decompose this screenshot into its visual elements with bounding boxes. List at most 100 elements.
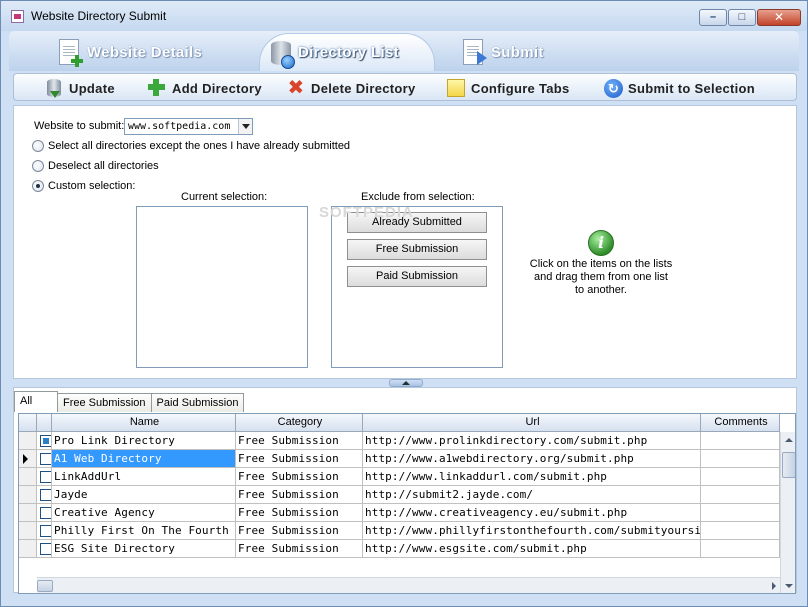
horizontal-scroll-thumb[interactable] <box>37 580 53 592</box>
row-checkbox[interactable] <box>40 489 51 501</box>
document-add-icon <box>57 37 83 67</box>
cell-comments[interactable] <box>701 432 780 450</box>
horizontal-scrollbar[interactable] <box>37 577 780 593</box>
tab-submit[interactable]: Submit <box>461 33 571 71</box>
cell-url[interactable]: http://www.a1webdirectory.org/submit.php <box>363 450 701 468</box>
checkbox-column-header[interactable] <box>37 414 52 432</box>
configure-tabs-button[interactable]: Configure Tabs <box>446 77 570 99</box>
vertical-scrollbar[interactable] <box>780 432 795 593</box>
delete-icon: ✖ <box>287 77 305 99</box>
update-button[interactable]: Update <box>44 77 115 99</box>
radio-select-all[interactable]: Select all directories except the ones I… <box>32 140 350 152</box>
radio-deselect-all[interactable]: Deselect all directories <box>32 160 159 172</box>
configure-tabs-button-label: Configure Tabs <box>471 80 570 96</box>
radio-custom[interactable]: Custom selection: <box>32 180 135 192</box>
row-checkbox[interactable] <box>40 525 51 537</box>
cell-url[interactable]: http://submit2.jayde.com/ <box>363 486 701 504</box>
scroll-up-icon[interactable] <box>785 438 793 442</box>
delete-directory-button[interactable]: ✖ Delete Directory <box>286 77 416 99</box>
cell-comments[interactable] <box>701 504 780 522</box>
cell-url[interactable]: http://www.phillyfirstonthefourth.com/su… <box>363 522 701 540</box>
panel-splitter-handle[interactable] <box>389 379 423 387</box>
table-row[interactable]: Creative Agency Free Submission http://w… <box>19 504 795 522</box>
table-row[interactable]: Jayde Free Submission http://submit2.jay… <box>19 486 795 504</box>
cell-name[interactable]: LinkAddUrl <box>52 468 236 486</box>
cell-comments[interactable] <box>701 468 780 486</box>
cell-name[interactable]: Creative Agency <box>52 504 236 522</box>
scroll-down-icon[interactable] <box>785 584 793 588</box>
row-checkbox[interactable] <box>40 435 51 447</box>
exclude-item-free-submission[interactable]: Free Submission <box>347 239 487 260</box>
add-directory-button[interactable]: Add Directory <box>147 77 262 99</box>
row-checkbox[interactable] <box>40 453 51 465</box>
selection-panel: Website to submit: www.softpedia.com Sel… <box>13 105 797 379</box>
cell-category[interactable]: Free Submission <box>236 450 363 468</box>
submit-to-selection-button[interactable]: ↻ Submit to Selection <box>603 77 755 99</box>
row-header[interactable] <box>19 522 37 540</box>
cell-url[interactable]: http://www.esgsite.com/submit.php <box>363 540 701 558</box>
radio-deselect-all-button[interactable] <box>32 160 44 172</box>
cell-name[interactable]: Jayde <box>52 486 236 504</box>
tab-directory-list-label: Directory List <box>298 44 399 61</box>
cell-name[interactable]: A1 Web Directory <box>52 450 236 468</box>
scroll-right-icon[interactable] <box>772 582 776 590</box>
column-header-url[interactable]: Url <box>363 414 701 432</box>
cell-category[interactable]: Free Submission <box>236 504 363 522</box>
submit-to-selection-button-label: Submit to Selection <box>628 80 756 96</box>
row-header[interactable] <box>19 504 37 522</box>
row-checkbox[interactable] <box>40 471 51 483</box>
table-row[interactable]: Pro Link Directory Free Submission http:… <box>19 432 795 450</box>
cell-name[interactable]: Pro Link Directory <box>52 432 236 450</box>
tab-all[interactable]: All <box>14 391 58 412</box>
current-selection-list[interactable] <box>136 206 308 368</box>
row-checkbox[interactable] <box>40 507 51 519</box>
table-row[interactable]: LinkAddUrl Free Submission http://www.li… <box>19 468 795 486</box>
close-button[interactable]: ✕ <box>757 9 801 26</box>
column-header-category[interactable]: Category <box>236 414 363 432</box>
column-header-comments[interactable]: Comments <box>701 414 780 432</box>
cell-comments[interactable] <box>701 522 780 540</box>
minimize-button[interactable]: – <box>699 9 727 26</box>
radio-deselect-all-label: Deselect all directories <box>48 160 159 172</box>
table-row[interactable]: Philly First On The Fourth Free Submissi… <box>19 522 795 540</box>
tab-website-details-label: Website Details <box>87 43 203 61</box>
radio-custom-label: Custom selection: <box>48 180 136 192</box>
table-row[interactable]: ESG Site Directory Free Submission http:… <box>19 540 795 558</box>
radio-select-all-button[interactable] <box>32 140 44 152</box>
cell-comments[interactable] <box>701 486 780 504</box>
cell-category[interactable]: Free Submission <box>236 486 363 504</box>
close-icon: ✕ <box>773 10 785 24</box>
info-text: Click on the items on the lists and drag… <box>529 258 673 296</box>
row-header[interactable] <box>19 432 37 450</box>
cell-name[interactable]: ESG Site Directory <box>52 540 236 558</box>
table-row[interactable]: A1 Web Directory Free Submission http://… <box>19 450 795 468</box>
title-bar[interactable]: Website Directory Submit – □ ✕ <box>1 1 807 31</box>
vertical-scroll-thumb[interactable] <box>782 452 795 478</box>
cell-url[interactable]: http://www.linkaddurl.com/submit.php <box>363 468 701 486</box>
row-checkbox[interactable] <box>40 543 51 555</box>
row-header[interactable] <box>19 450 37 468</box>
exclude-selection-list[interactable]: Already Submitted Free Submission Paid S… <box>331 206 503 368</box>
cell-category[interactable]: Free Submission <box>236 468 363 486</box>
cell-name[interactable]: Philly First On The Fourth <box>52 522 236 540</box>
row-header[interactable] <box>19 540 37 558</box>
maximize-button[interactable]: □ <box>728 9 756 26</box>
cell-category[interactable]: Free Submission <box>236 540 363 558</box>
website-combobox[interactable]: www.softpedia.com <box>124 118 253 135</box>
tab-website-details[interactable]: Website Details <box>57 33 227 71</box>
radio-custom-button[interactable] <box>32 180 44 192</box>
exclude-item-paid-submission[interactable]: Paid Submission <box>347 266 487 287</box>
cell-url[interactable]: http://www.creativeagency.eu/submit.php <box>363 504 701 522</box>
row-header[interactable] <box>19 468 37 486</box>
tab-paid-submission[interactable]: Paid Submission <box>150 393 245 412</box>
cell-comments[interactable] <box>701 540 780 558</box>
cell-category[interactable]: Free Submission <box>236 432 363 450</box>
cell-category[interactable]: Free Submission <box>236 522 363 540</box>
column-header-name[interactable]: Name <box>52 414 236 432</box>
chevron-down-icon[interactable] <box>238 119 252 134</box>
cell-comments[interactable] <box>701 450 780 468</box>
row-header[interactable] <box>19 486 37 504</box>
cell-url[interactable]: http://www.prolinkdirectory.com/submit.p… <box>363 432 701 450</box>
tab-free-submission[interactable]: Free Submission <box>57 393 152 412</box>
tab-directory-list[interactable]: Directory List <box>259 33 435 71</box>
